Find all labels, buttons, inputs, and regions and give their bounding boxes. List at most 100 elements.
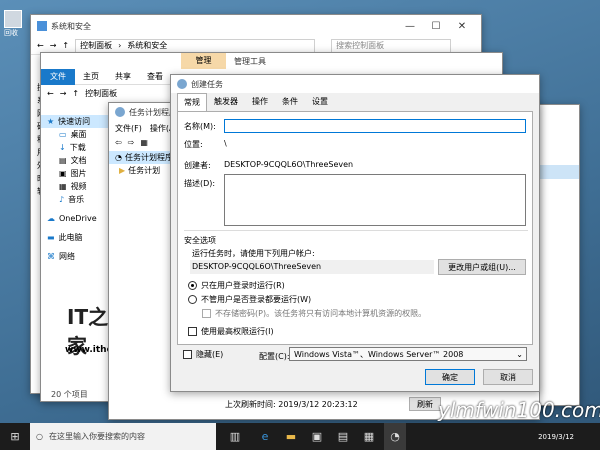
change-user-button[interactable]: 更改用户或组(U)... [438,259,526,275]
taskbar-date[interactable]: 2019/3/12 [538,433,600,441]
star-icon: ★ [47,117,55,126]
menu-file[interactable]: 文件(F) [115,123,142,134]
explorer-title: 管理工具 [234,56,266,66]
last-refresh-label: 上次刷新时间: 2019/3/12 20:23:12 [225,400,358,409]
nav-item-videos[interactable]: ▦ 视频 [41,180,111,193]
nav-item-onedrive[interactable]: ☁ OneDrive [41,212,111,225]
nav-label: OneDrive [59,214,97,223]
desktop-icon: ▭ [59,130,67,139]
dialog-title: 创建任务 [191,79,223,89]
highest-privileges-checkbox[interactable]: 使用最高权限运行(I) [188,326,274,337]
cloud-icon: ☁ [47,214,55,223]
radio-run-whether-logged-on[interactable]: 不管用户是否登录都要运行(W) [188,294,311,305]
back-arrow-icon[interactable]: ← [37,41,44,50]
tree-item-library[interactable]: ▶ 任务计划 [109,164,175,177]
explorer-title-row: 管理 管理工具 [41,53,502,69]
control-panel-titlebar: 系统和安全 — ☐ ✕ [31,15,481,37]
taskbar: ⊞ ○ 在这里输入你要搜索的内容 ▥ e ▬ ▣ ▤ ▦ ◔ 2019/3/12 [0,423,600,450]
dialog-titlebar: 创建任务 [171,75,539,93]
checkbox-label: 使用最高权限运行(I) [201,327,274,336]
task-scheduler-taskbar-icon[interactable]: ◔ [384,423,406,450]
name-input[interactable] [224,119,526,133]
control-panel-search-input[interactable]: 搜索控制面板 [331,38,452,53]
forward-arrow-icon[interactable]: → [50,41,57,50]
minimize-button[interactable]: — [397,21,423,32]
close-button[interactable]: ✕ [449,21,475,32]
maximize-button[interactable]: ☐ [423,21,449,32]
nav-item-quick-access[interactable]: ★ 快速访问 [41,115,111,128]
nav-item-music[interactable]: ♪ 音乐 [41,193,111,206]
search-icon: ○ [36,432,43,441]
up-arrow-icon[interactable]: ↑ [62,41,69,50]
store-icon[interactable]: ▣ [306,423,328,450]
nav-item-documents[interactable]: ▤ 文档 [41,154,111,167]
tab-conditions[interactable]: 条件 [275,92,305,111]
checkbox-label: 隐藏(E) [196,350,224,359]
task-view-icon[interactable]: ▥ [224,423,246,450]
control-panel-title: 系统和安全 [51,21,91,31]
author-value: DESKTOP-9CQQL6O\ThreeSeven [224,160,354,169]
explorer-status: 20 个项目 [51,390,88,399]
back-arrow-icon[interactable]: ⇦ [115,138,122,147]
app-icon[interactable]: ▤ [332,423,354,450]
forward-arrow-icon[interactable]: → [60,89,67,98]
hidden-checkbox[interactable]: 隐藏(E) [183,349,223,360]
breadcrumb-item[interactable]: 控制面板 [80,40,112,51]
nav-item-this-pc[interactable]: ▬ 此电脑 [41,231,111,244]
music-icon: ♪ [59,195,65,204]
general-tab-panel: 名称(M): 位置: \ 创建者: DESKTOP-9CQQL6O\ThreeS… [177,111,533,345]
panel-icon[interactable]: ▦ [140,138,148,147]
name-label: 名称(M): [184,122,216,131]
ribbon-tab-manage[interactable]: 管理 [181,53,226,69]
refresh-button[interactable]: 刷新 [409,397,441,411]
radio-run-logged-on[interactable]: 只在用户登录时运行(R) [188,280,285,291]
config-label: 配置(C): [259,352,290,361]
ok-button[interactable]: 确定 [425,369,475,385]
dialog-tabs: 常规 触发器 操作 条件 设置 [171,93,539,111]
file-explorer-icon[interactable]: ▬ [280,423,302,450]
video-icon: ▦ [59,182,67,191]
nav-item-network[interactable]: ⌘ 网络 [41,250,111,263]
divider [184,230,528,231]
explorer-breadcrumb[interactable]: 控制面板 [85,88,117,99]
tab-triggers[interactable]: 触发器 [207,92,245,111]
taskbar-search-placeholder: 在这里输入你要搜索的内容 [48,432,145,441]
nav-label: 此电脑 [58,233,83,242]
address-field[interactable]: 控制面板 › 系统和安全 [75,38,316,53]
checkbox-label: 不存储密码(P)。该任务将只有访问本地计算机资源的权限。 [215,309,427,318]
control-panel-taskbar-icon[interactable]: ▦ [358,423,380,450]
tab-general[interactable]: 常规 [177,93,207,111]
clock-icon: ◔ [115,153,122,162]
config-select-value: Windows Vista™、Windows Server™ 2008 [294,349,464,359]
forward-arrow-icon[interactable]: ⇨ [128,138,135,147]
ribbon-tab-share[interactable]: 共享 [107,71,139,82]
radio-label: 不管用户是否登录都要运行(W) [201,295,312,304]
folder-icon: ▶ [119,166,126,175]
radio-icon [188,295,197,304]
breadcrumb-item[interactable]: 系统和安全 [127,40,167,51]
taskbar-search-box[interactable]: ○ 在这里输入你要搜索的内容 [30,423,216,450]
nav-item-pictures[interactable]: ▣ 图片 [41,167,111,180]
tree-label: 任务计划程序 [124,153,173,162]
nav-item-downloads[interactable]: ↓ 下载 [41,141,111,154]
nav-item-desktop[interactable]: ▭ 桌面 [41,128,111,141]
edge-browser-icon[interactable]: e [254,423,276,450]
tree-item-root[interactable]: ◔ 任务计划程序 [109,151,175,164]
recycle-bin-desktop-icon[interactable]: 回收 [4,10,26,38]
ribbon-tab-view[interactable]: 查看 [139,71,171,82]
back-arrow-icon[interactable]: ← [47,89,54,98]
network-icon: ⌘ [47,252,55,261]
checkbox-icon [183,350,192,359]
run-as-value: DESKTOP-9CQQL6O\ThreeSeven [190,260,434,274]
description-textarea[interactable] [224,174,526,226]
nav-label: 下载 [69,143,86,152]
config-select[interactable]: Windows Vista™、Windows Server™ 2008 ⌄ [289,347,527,361]
ribbon-tab-file[interactable]: 文件 [41,68,75,85]
ribbon-tab-home[interactable]: 主页 [75,71,107,82]
tab-settings[interactable]: 设置 [305,92,335,111]
cancel-button[interactable]: 取消 [483,369,533,385]
start-windows-icon[interactable]: ⊞ [0,423,30,450]
tab-actions[interactable]: 操作 [245,92,275,111]
up-arrow-icon[interactable]: ↑ [72,89,79,98]
no-store-password-checkbox[interactable]: 不存储密码(P)。该任务将只有访问本地计算机资源的权限。 [202,308,426,319]
